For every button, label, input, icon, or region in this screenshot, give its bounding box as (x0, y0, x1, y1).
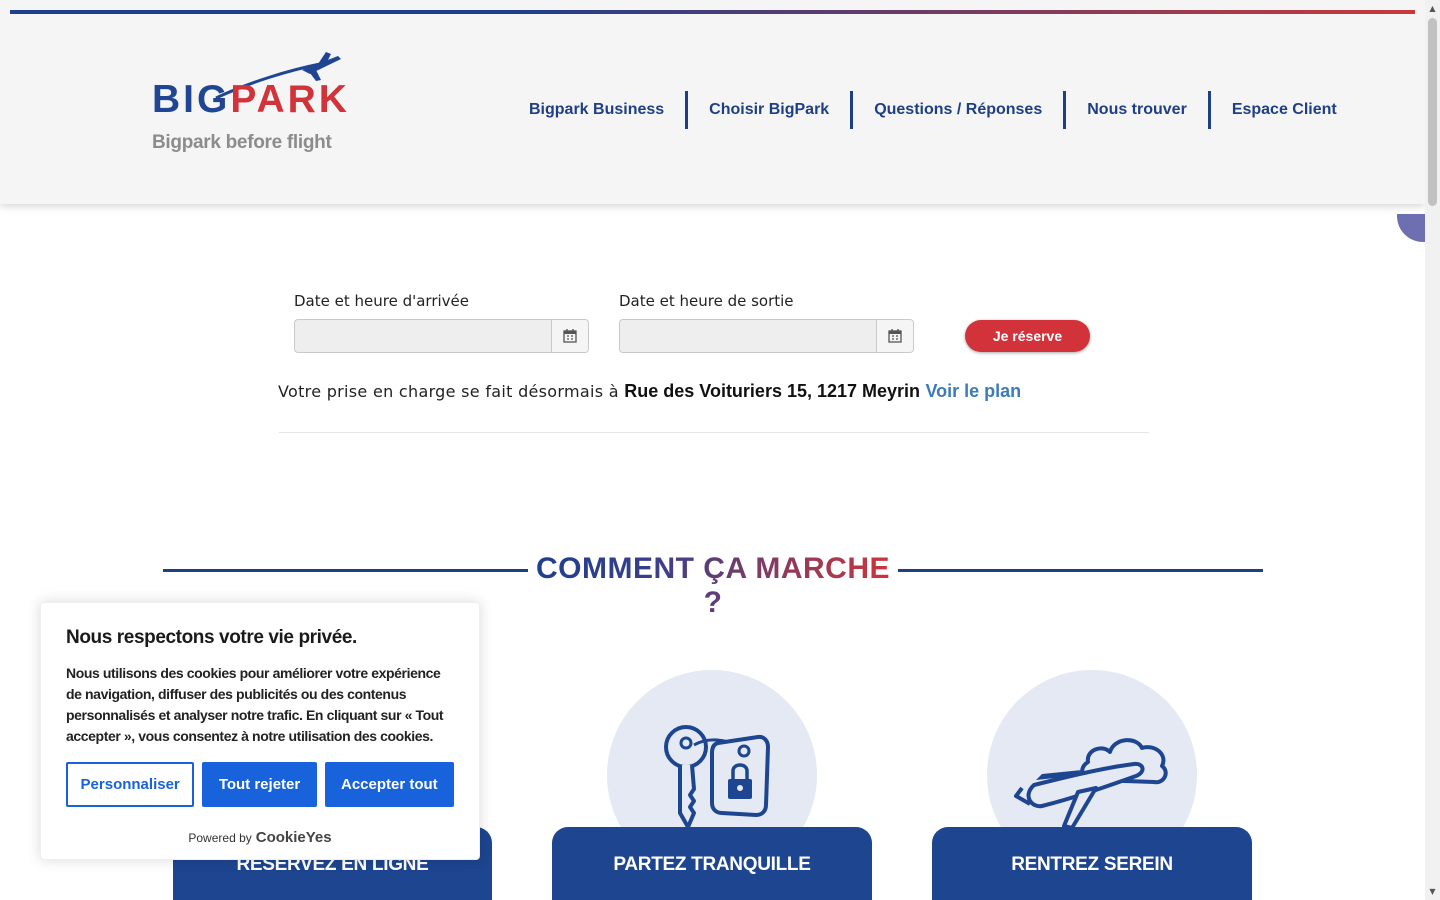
divider (279, 432, 1149, 433)
nav-item-espace-client[interactable]: Espace Client (1211, 91, 1358, 129)
vertical-scrollbar[interactable]: ▲ ▼ (1425, 0, 1440, 900)
logo-tagline: Bigpark before flight (152, 132, 332, 153)
cookie-actions: Personnaliser Tout rejeter Accepter tout (66, 762, 454, 807)
nav-item-questions-reponses[interactable]: Questions / Réponses (853, 91, 1067, 129)
arrival-label: Date et heure d'arrivée (294, 292, 469, 310)
side-widget-tab[interactable] (1397, 214, 1427, 242)
arrival-datetime-field[interactable] (294, 319, 589, 353)
departure-label: Date et heure de sortie (619, 292, 794, 310)
powered-by: Powered by CookieYes (41, 829, 479, 846)
key-tag-icon (664, 725, 771, 829)
reject-all-button[interactable]: Tout rejeter (202, 762, 317, 807)
header-accent-line (10, 10, 1415, 14)
step-2-card: PARTEZ TRANQUILLE (552, 827, 872, 900)
section-line-left (163, 569, 528, 572)
calendar-icon[interactable] (876, 320, 913, 352)
logo-park-text: PARK (230, 78, 350, 121)
scroll-up-arrow-icon[interactable]: ▲ (1425, 0, 1440, 17)
accept-all-button[interactable]: Accepter tout (324, 762, 454, 807)
main-nav: Bigpark Business Choisir BigPark Questio… (508, 91, 1358, 129)
site-header: BIGPARK Bigpark before flight Bigpark Bu… (0, 0, 1425, 204)
scroll-down-arrow-icon[interactable]: ▼ (1425, 883, 1440, 900)
logo-big-text: BIG (152, 78, 231, 121)
cookie-title: Nous respectons votre vie privée. (66, 627, 357, 648)
pickup-address: Rue des Voituriers 15, 1217 Meyrin (624, 381, 921, 401)
step-3-card: RENTREZ SEREIN (932, 827, 1252, 900)
departure-datetime-input[interactable] (620, 320, 878, 352)
logo-wordmark: BIGPARK (152, 78, 350, 122)
cookieyes-logo[interactable]: CookieYes (256, 829, 332, 846)
section-line-right (898, 569, 1263, 572)
powered-by-text: Powered by (188, 831, 252, 845)
nav-item-choisir-bigpark[interactable]: Choisir BigPark (688, 91, 854, 129)
nav-item-bigpark-business[interactable]: Bigpark Business (508, 91, 689, 129)
customize-button[interactable]: Personnaliser (66, 762, 195, 807)
reserve-button[interactable]: Je réserve (965, 320, 1090, 352)
scrollbar-thumb[interactable] (1428, 18, 1437, 206)
page: BIGPARK Bigpark before flight Bigpark Bu… (0, 0, 1440, 900)
pickup-info: Votre prise en charge se fait désormais … (278, 381, 1021, 402)
cookie-description: Nous utilisons des cookies pour améliore… (66, 665, 444, 744)
cookie-consent-banner: Nous respectons votre vie privée. Nous u… (40, 602, 480, 860)
plane-cloud-icon (1014, 738, 1168, 830)
calendar-icon[interactable] (551, 320, 588, 352)
departure-datetime-field[interactable] (619, 319, 914, 353)
arrival-datetime-input[interactable] (295, 320, 553, 352)
section-title: COMMENT ÇA MARCHE ? (528, 552, 898, 620)
bigpark-logo[interactable]: BIGPARK Bigpark before flight (150, 52, 350, 162)
map-link[interactable]: Voir le plan (925, 381, 1021, 401)
pickup-text: Votre prise en charge se fait désormais … (278, 382, 619, 401)
nav-item-nous-trouver[interactable]: Nous trouver (1066, 91, 1211, 129)
